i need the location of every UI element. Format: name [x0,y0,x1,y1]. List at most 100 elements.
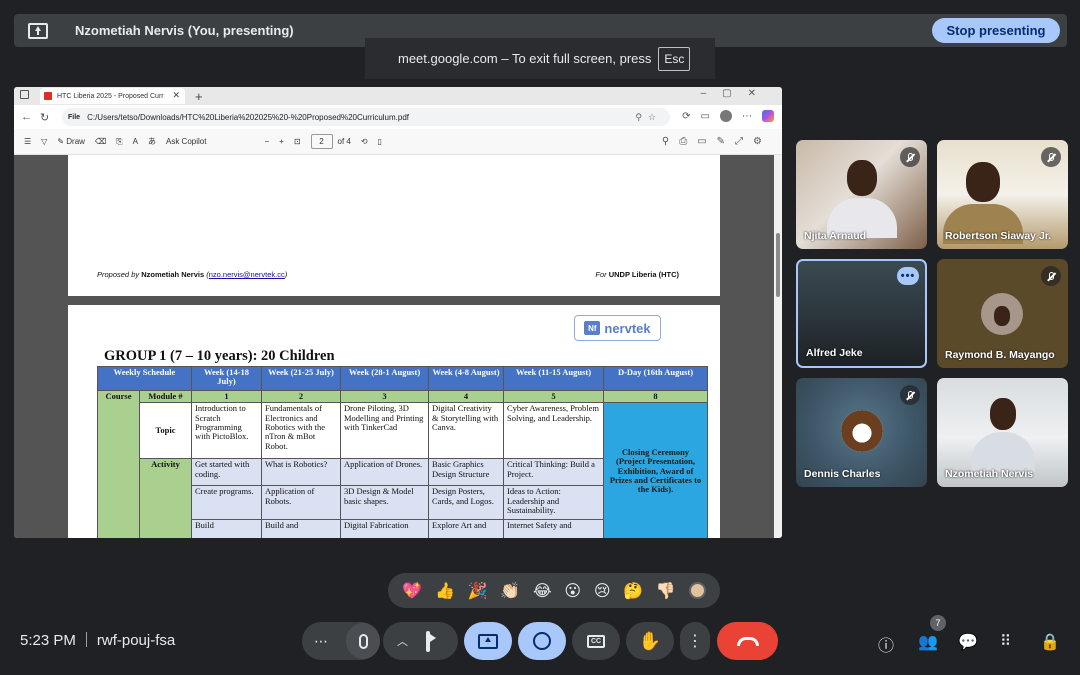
module-row: Course Module # 1 2 3 4 5 8 [97,389,708,538]
camera-button[interactable] [426,630,430,652]
nervtek-logo: Nf nervtek [574,315,661,341]
participant-tile[interactable]: Robertson Siaway Jr. [937,140,1068,249]
participant-tile-self[interactable]: Nzometiah Nervis [937,378,1068,487]
activity-label: Activity [139,458,192,538]
zoom-in-icon[interactable]: + [279,137,284,146]
participant-tile[interactable]: Dennis Charles [796,378,927,487]
participant-tile[interactable]: Njita Arnaud [796,140,927,249]
mic-button[interactable] [346,623,380,659]
activity-cell: Application of Robots. [261,485,341,521]
mic-off-icon [900,385,920,405]
reaction-surprised[interactable]: 😮 [564,581,581,601]
participant-video [826,160,897,238]
people-icon[interactable]: 👥 [918,632,938,652]
activity-cell: Digital Fabrication [340,519,429,538]
meeting-info: 5:23 PM rwf-pouj-fsa [20,632,175,649]
rotate-icon[interactable]: ⟲ [361,137,368,146]
zoom-star-icons[interactable]: ⚲☆ [635,112,662,123]
translate-icon[interactable]: あ [148,136,156,147]
reaction-thumbs-down[interactable]: 👎🏻 [656,581,676,601]
collections-icon[interactable]: ▭ [701,111,710,122]
reactions-button[interactable] [518,622,566,660]
people-count-badge: 7 [930,615,946,631]
reaction-thumbs-up[interactable]: 👍 [435,581,455,601]
tab-close-icon[interactable]: ✕ [172,90,180,101]
module-label: Module # [139,389,192,404]
header-cell: Week (14-18 July) [191,366,262,391]
activity-cell: Ideas to Action: Leadership and Sustaina… [503,485,604,521]
new-tab-icon[interactable]: + [195,89,203,104]
back-icon[interactable]: ← [21,111,33,123]
pdf-page-1: Proposed by Nzometiah Nervis (nzo.nervis… [68,155,720,296]
topic-cell: Digital Creativity & Storytelling with C… [428,402,504,460]
stop-presenting-button[interactable]: Stop presenting [932,18,1060,43]
activity-cell: Build [191,519,262,538]
profile-icon[interactable] [720,110,732,122]
eraser-icon[interactable]: ⌫ [95,137,106,146]
more-options-button[interactable]: ⋮ [680,622,710,660]
tab-actions-icon[interactable] [20,90,29,99]
chat-icon[interactable]: 💬 [958,632,978,652]
participant-tile-active[interactable]: ••• Alfred Jeke [796,259,927,368]
module-cell: 3 [340,389,429,404]
pdf-page-2: Nf nervtek GROUP 1 (7 – 10 years): 20 Ch… [68,305,720,538]
ask-copilot-button[interactable]: Ask Copilot [166,137,206,146]
more-vert-icon: ⋮ [687,633,703,650]
topic-label: Topic [139,402,192,460]
participant-tile[interactable]: Raymond B. Mayango [937,259,1068,368]
fit-icon[interactable]: ⊡ [294,137,301,146]
highlight-icon[interactable]: ▽ [41,137,47,146]
chevron-up-icon[interactable]: ︿ [397,633,408,649]
window-controls-icon[interactable]: –▢✕ [701,88,772,99]
activities-icon[interactable]: ⠿ [1000,632,1011,650]
module-cell: 5 [503,389,604,404]
browser-right-icons: ⟳ ▭ ⋯ [682,110,774,122]
module-cell: 1 [191,389,262,404]
pdf-viewport[interactable]: Proposed by Nzometiah Nervis (nzo.nervis… [14,155,774,538]
host-controls-icon[interactable]: 🔒 [1040,632,1060,652]
read-aloud-icon[interactable]: A [133,137,138,146]
reaction-laugh[interactable]: 😂 [533,581,552,601]
draw-label: Draw [66,137,85,146]
pdf-scroll-thumb[interactable] [776,233,780,297]
more-audio-options-icon[interactable]: ⋯ [314,633,328,650]
contents-icon[interactable]: ☰ [24,137,31,146]
more-options-icon[interactable]: ••• [897,267,919,285]
footer-proposed-by: Proposed by [97,270,140,279]
raise-hand-button[interactable]: ✋ [626,622,674,660]
logo-text: nervtek [604,320,651,336]
reload-icon[interactable]: ↻ [40,111,52,124]
footer-for: For [595,270,607,279]
page-number-input[interactable]: 2 [310,134,333,149]
browser-tab[interactable]: HTC Liberia 2025 - Proposed Curr ✕ [40,88,185,104]
zoom-out-icon[interactable]: − [264,137,269,146]
captions-button[interactable]: CC [572,622,620,660]
menu-dots-icon[interactable]: ⋯ [742,111,752,122]
reaction-heart[interactable]: 💖 [402,581,422,601]
activity-cell: Critical Thinking: Build a Project. [503,458,604,487]
draw-button[interactable]: ✎ Draw [57,137,85,146]
course-label: Course [97,389,140,538]
meeting-details-icon[interactable]: ⓘ [878,632,894,656]
reaction-clap[interactable]: 👏🏻 [500,581,520,601]
footer-email-link[interactable]: nzo.nervis@nervtek.cc [209,270,285,279]
reaction-cry[interactable]: 😢 [594,581,611,601]
copilot-icon[interactable] [762,110,774,122]
leave-call-button[interactable] [717,622,778,660]
reaction-thinking[interactable]: 🤔 [623,581,643,601]
skin-tone-picker[interactable] [688,582,706,599]
url-input[interactable]: File C:/Users/tetso/Downloads/HTC%20Libe… [62,108,670,126]
pdf-scrollbar[interactable] [774,155,782,538]
extensions-icon[interactable]: ⟳ [682,111,690,122]
activity-cell: 3D Design & Model basic shapes. [340,485,429,521]
reaction-party[interactable]: 🎉 [468,581,488,601]
meeting-code: rwf-pouj-fsa [96,632,176,649]
activity-cell: Design Posters, Cards, and Logos. [428,485,504,521]
shared-screen: HTC Liberia 2025 - Proposed Curr ✕ + –▢✕… [14,87,782,538]
present-button[interactable] [464,622,512,660]
page-view-icon[interactable]: ▯ [378,137,382,146]
text-box-icon[interactable]: ⎘ [116,137,122,147]
topic-cell: Fundamentals of Electronics and Robotics… [261,402,341,460]
pdf-file-icon [44,92,52,100]
pdf-right-tools-icon[interactable]: ⚲⎙▭✎⤢⚙ [662,136,772,147]
